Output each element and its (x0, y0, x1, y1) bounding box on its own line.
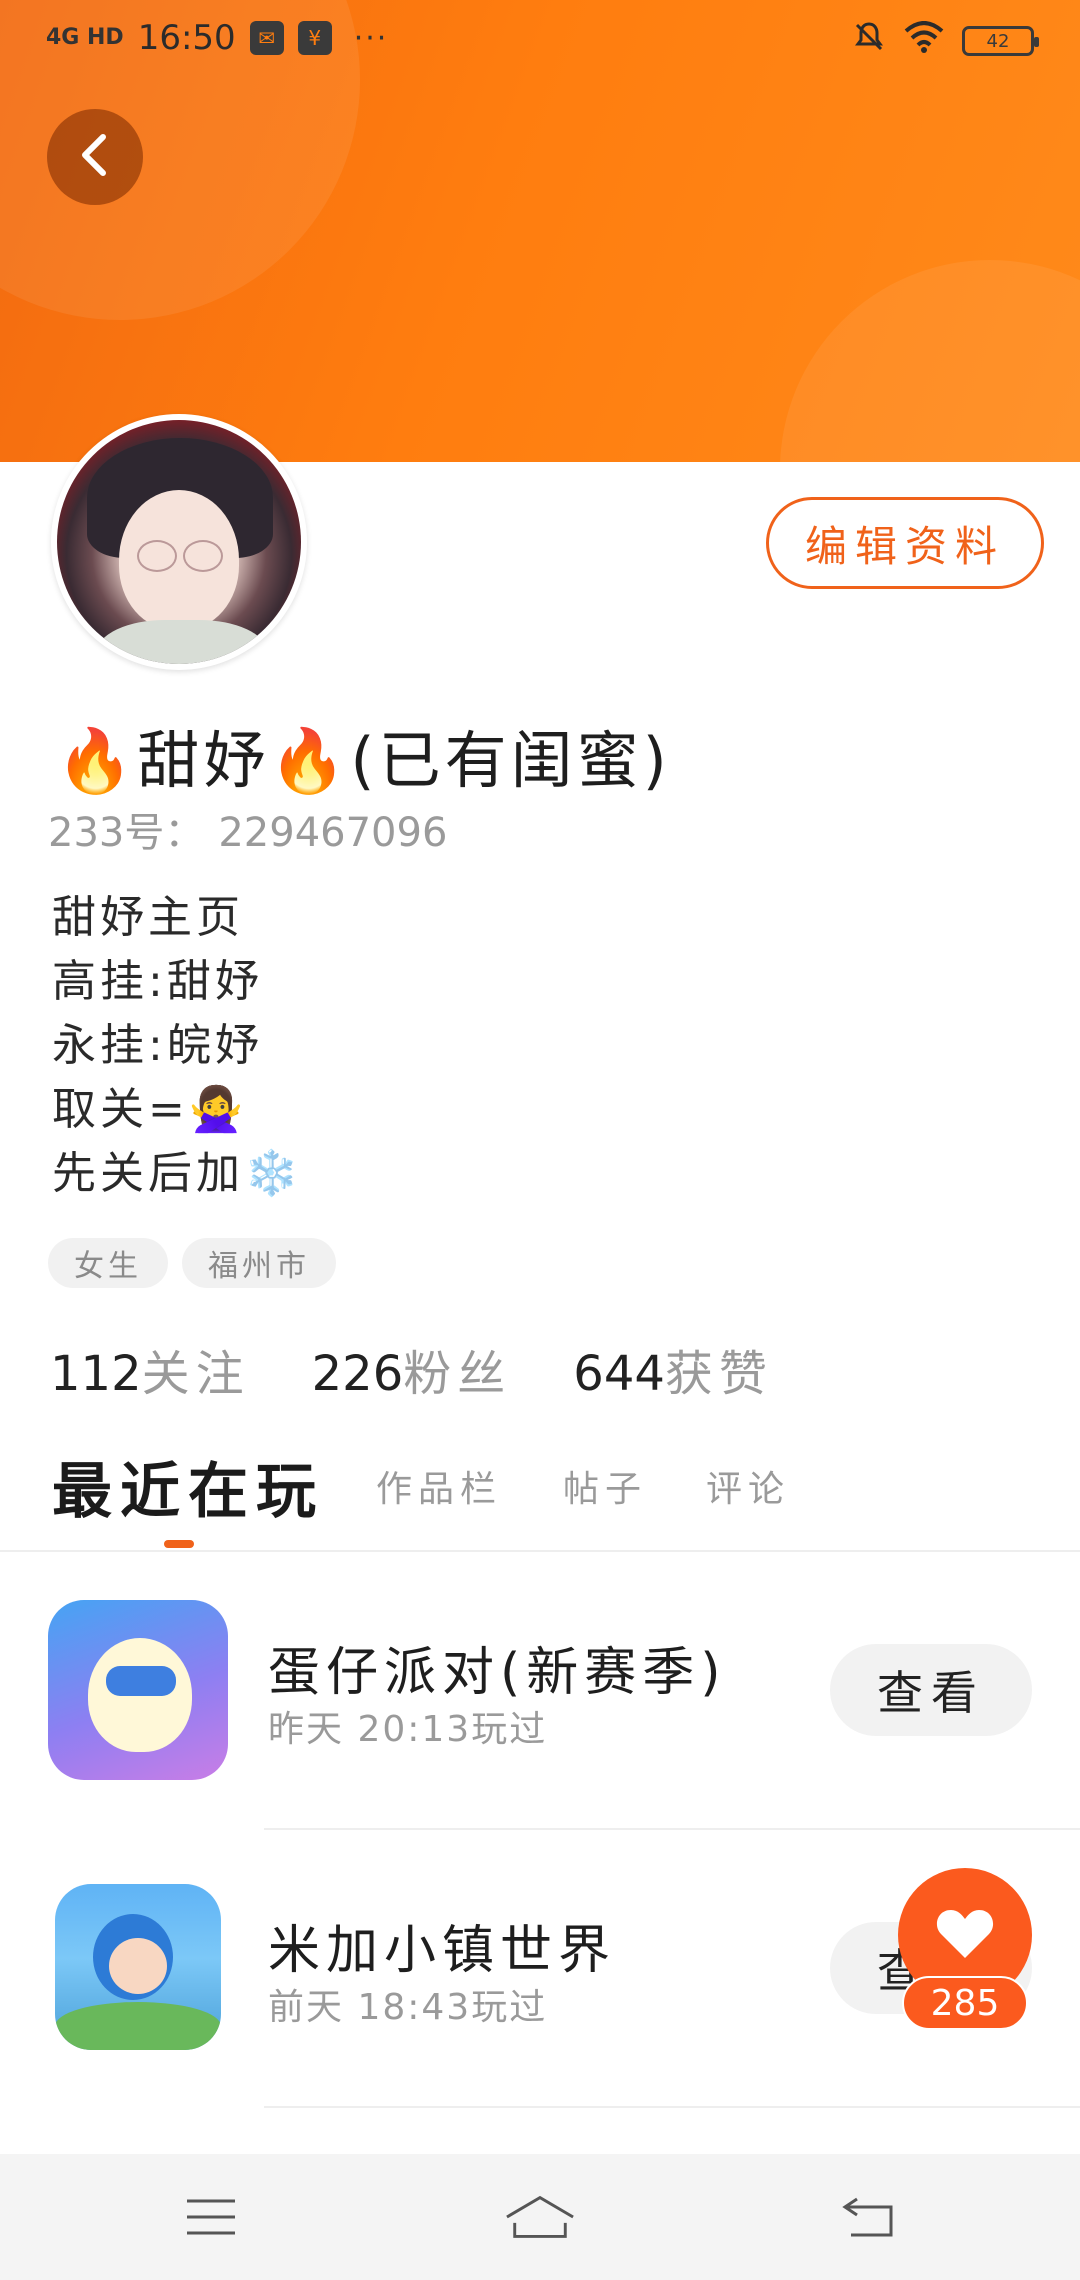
tab-recently-played[interactable]: 最近在玩 (52, 1422, 324, 1550)
profile-stats: 112关注 226粉丝 644获赞 (50, 1334, 773, 1404)
wifi-icon (904, 21, 944, 61)
divider (264, 2106, 1080, 2108)
profile-tabs: 最近在玩 作品栏 帖子 评论 (0, 1422, 1080, 1552)
game-title: 米加小镇世界 (268, 1921, 617, 1981)
tab-works[interactable]: 作品栏 (376, 1422, 502, 1550)
likes-stat[interactable]: 644获赞 (573, 1334, 773, 1404)
edit-profile-button[interactable]: 编辑资料 (766, 497, 1044, 589)
location-tag: 福州市 (182, 1238, 336, 1288)
likes-label: 获赞 (664, 1346, 773, 1402)
status-bar: 4G HD 16:50 ✉ ¥ ··· 42 (0, 0, 1080, 80)
silent-bell-icon (852, 20, 886, 62)
back-button[interactable] (47, 109, 143, 205)
home-icon[interactable] (505, 2182, 575, 2252)
followers-stat[interactable]: 226粉丝 (312, 1334, 512, 1404)
game-title: 蛋仔派对(新赛季) (268, 1643, 727, 1703)
game-icon (55, 1884, 221, 2050)
profile-tags: 女生 福州市 (48, 1238, 336, 1288)
more-notifications-icon: ··· (353, 20, 389, 56)
view-button[interactable]: 查看 (830, 1644, 1032, 1736)
bio-line: 先关后加❄️ (52, 1148, 303, 1199)
user-id-value: 229467096 (218, 810, 448, 856)
nickname: 🔥甜妤🔥(已有闺蜜) (56, 724, 671, 797)
mail-notification-icon: ✉ (249, 21, 284, 55)
following-stat[interactable]: 112关注 (50, 1334, 250, 1404)
followers-count: 226 (311, 1346, 404, 1402)
followers-label: 粉丝 (403, 1346, 512, 1402)
bio-line: 永挂:皖妤 (52, 1020, 263, 1071)
bio-line: 高挂:甜妤 (52, 956, 263, 1007)
bio-line: 甜妤主页 (52, 892, 244, 943)
following-label: 关注 (141, 1346, 250, 1402)
gender-tag: 女生 (48, 1238, 168, 1288)
user-id-label: 233号： (48, 810, 205, 856)
active-tab-indicator (164, 1540, 194, 1548)
avatar[interactable] (51, 414, 307, 670)
game-icon (48, 1600, 228, 1780)
back-icon[interactable] (834, 2182, 904, 2252)
likes-count: 644 (573, 1346, 665, 1402)
profile-header-banner: 4G HD 16:50 ✉ ¥ ··· 42 (0, 0, 1080, 462)
user-id: 233号： 229467096 (48, 800, 447, 858)
like-count-badge: 285 (902, 1976, 1028, 2030)
signal-icon: 4G HD (46, 25, 124, 50)
bio-line: 取关=🙅‍♀️ (52, 1084, 248, 1135)
heart-icon (935, 1906, 995, 1964)
system-navigation-bar (0, 2154, 1080, 2280)
game-last-played: 昨天 20:13玩过 (268, 1709, 548, 1750)
chevron-left-icon (75, 131, 115, 183)
tab-comments[interactable]: 评论 (706, 1422, 790, 1550)
menu-icon[interactable] (176, 2182, 246, 2252)
following-count: 112 (50, 1346, 142, 1402)
wallet-notification-icon: ¥ (297, 21, 332, 55)
status-time: 16:50 (137, 18, 236, 58)
tab-posts[interactable]: 帖子 (563, 1422, 647, 1550)
bio: 甜妤主页 高挂:甜妤 永挂:皖妤 取关=🙅‍♀️ 先关后加❄️ (52, 886, 303, 1206)
list-item[interactable]: 蛋仔派对(新赛季) 昨天 20:13玩过 查看 (0, 1552, 1080, 1830)
battery-icon: 42 (962, 26, 1039, 56)
game-last-played: 前天 18:43玩过 (268, 1987, 548, 2028)
